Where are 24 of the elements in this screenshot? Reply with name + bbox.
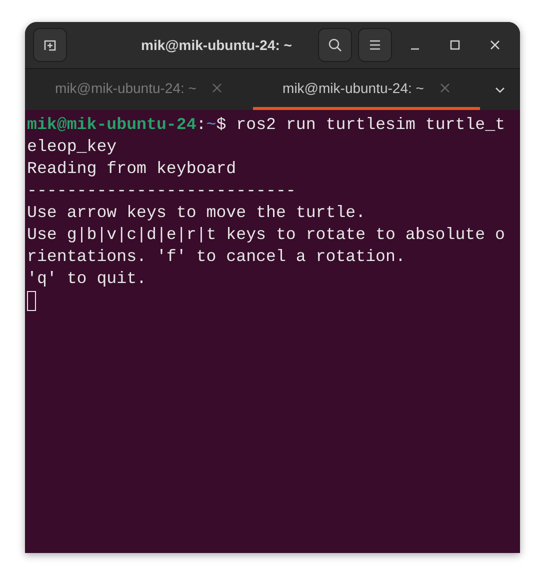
close-tab-icon[interactable] (440, 83, 450, 93)
new-tab-icon (43, 38, 57, 52)
new-tab-button[interactable] (33, 28, 67, 62)
terminal-tab[interactable]: mik@mik-ubuntu-24: ~ (252, 69, 480, 110)
output-line: eleop_key (27, 136, 118, 158)
output-line: Use arrow keys to move the turtle. (27, 202, 367, 224)
search-button[interactable] (318, 28, 352, 62)
menu-button[interactable] (358, 28, 392, 62)
chevron-down-icon (494, 86, 506, 94)
text-cursor (27, 291, 36, 311)
close-tab-icon[interactable] (212, 83, 222, 93)
window-title: mik@mik-ubuntu-24: ~ (140, 37, 293, 53)
prompt-line: mik@mik-ubuntu-24:~$ ros2 run turtlesim turtle_t (27, 114, 506, 136)
output-line: rientations. 'f' to cancel a rotation. (27, 246, 406, 268)
output-line: --------------------------- (27, 180, 297, 202)
menu-icon (368, 38, 382, 52)
search-icon (328, 38, 342, 52)
terminal-tab[interactable]: mik@mik-ubuntu-24: ~ (25, 69, 252, 110)
output-line: 'q' to quit. (27, 268, 148, 290)
maximize-icon (448, 38, 462, 52)
close-icon (488, 38, 502, 52)
output-line: Use g|b|v|c|d|e|r|t keys to rotate to absolute o (27, 224, 506, 246)
minimize-icon (410, 47, 420, 51)
output-line: Reading from keyboard (27, 158, 238, 180)
